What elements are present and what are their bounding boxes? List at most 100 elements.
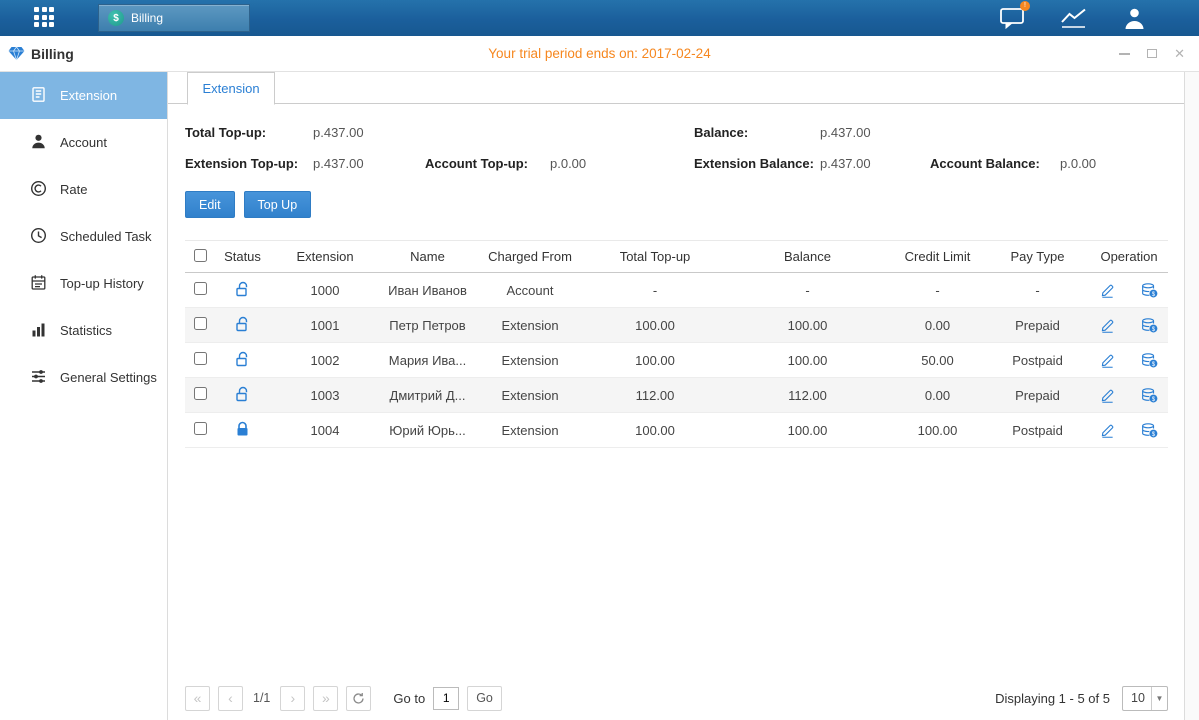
unlocked-icon xyxy=(235,320,250,335)
billing-app-tab[interactable]: $ Billing xyxy=(98,4,250,32)
page-size-value: 10 xyxy=(1123,691,1151,705)
cell-credit-limit: 50.00 xyxy=(890,343,985,378)
total-topup-value: p.437.00 xyxy=(313,125,425,140)
statistics-chart-icon[interactable] xyxy=(1060,7,1088,29)
cell-balance: 100.00 xyxy=(725,343,890,378)
cell-total-topup: 100.00 xyxy=(585,343,725,378)
account-balance-value: p.0.00 xyxy=(1060,156,1167,171)
edit-icon[interactable] xyxy=(1100,283,1115,298)
last-page-button[interactable]: » xyxy=(313,686,338,711)
table-row: 1003 Дмитрий Д... Extension 112.00 112.0… xyxy=(185,378,1168,413)
row-checkbox[interactable] xyxy=(194,352,207,365)
dollar-coin-icon: $ xyxy=(108,10,124,26)
cell-balance: - xyxy=(725,273,890,308)
tab-bar: Extension xyxy=(168,72,1184,104)
window-title: Billing xyxy=(31,46,74,62)
calendar-icon xyxy=(30,274,47,294)
edit-icon[interactable] xyxy=(1100,318,1115,333)
bar-chart-icon xyxy=(30,321,47,341)
cell-credit-limit: 0.00 xyxy=(890,378,985,413)
edit-icon[interactable] xyxy=(1100,423,1115,438)
balance-summary: Total Top-up: p.437.00 Balance: p.437.00… xyxy=(185,117,1167,179)
extension-balance-value: p.437.00 xyxy=(820,156,930,171)
goto-page-input[interactable] xyxy=(433,687,459,710)
topup-icon[interactable]: $ xyxy=(1141,353,1158,368)
topup-icon[interactable]: $ xyxy=(1141,388,1158,403)
sidebar-item-extension[interactable]: Extension xyxy=(0,72,167,119)
person-icon xyxy=(30,133,47,153)
cell-name: Иван Иванов xyxy=(380,273,475,308)
row-checkbox[interactable] xyxy=(194,317,207,330)
topup-icon[interactable]: $ xyxy=(1141,423,1158,438)
maximize-button[interactable] xyxy=(1147,49,1157,58)
col-charged-from: Charged From xyxy=(475,241,585,273)
sidebar-item-topup-history[interactable]: Top-up History xyxy=(0,260,167,307)
prev-page-button[interactable]: ‹ xyxy=(218,686,243,711)
topup-icon[interactable]: $ xyxy=(1141,283,1158,298)
cell-charged-from: Extension xyxy=(475,308,585,343)
unlocked-icon xyxy=(235,355,250,370)
edit-icon[interactable] xyxy=(1100,353,1115,368)
col-balance: Balance xyxy=(725,241,890,273)
cell-name: Юрий Юрь... xyxy=(380,413,475,448)
billing-gem-icon xyxy=(8,46,25,61)
col-total-topup: Total Top-up xyxy=(585,241,725,273)
go-button[interactable]: Go xyxy=(467,686,502,711)
sidebar-item-rate[interactable]: Rate xyxy=(0,166,167,213)
sidebar-item-label: Top-up History xyxy=(60,276,144,291)
edit-button[interactable]: Edit xyxy=(185,191,235,218)
sidebar-item-label: Extension xyxy=(60,88,117,103)
close-button[interactable]: ✕ xyxy=(1174,47,1185,60)
top-up-button[interactable]: Top Up xyxy=(244,191,312,218)
cell-balance: 100.00 xyxy=(725,308,890,343)
sidebar-item-label: Statistics xyxy=(60,323,112,338)
tab-extension[interactable]: Extension xyxy=(187,72,275,105)
row-checkbox[interactable] xyxy=(194,282,207,295)
extension-balance-label: Extension Balance: xyxy=(694,156,820,171)
cell-total-topup: 100.00 xyxy=(585,308,725,343)
user-account-icon[interactable] xyxy=(1122,7,1147,30)
sidebar-item-account[interactable]: Account xyxy=(0,119,167,166)
apps-grid-icon[interactable] xyxy=(34,7,56,29)
goto-label: Go to xyxy=(393,691,425,706)
topup-icon[interactable]: $ xyxy=(1141,318,1158,333)
refresh-button[interactable] xyxy=(346,686,371,711)
cell-pay-type: Postpaid xyxy=(985,413,1090,448)
row-checkbox[interactable] xyxy=(194,387,207,400)
sidebar-item-statistics[interactable]: Statistics xyxy=(0,307,167,354)
cell-credit-limit: 0.00 xyxy=(890,308,985,343)
notification-badge: ! xyxy=(1020,1,1030,11)
unlocked-icon xyxy=(235,390,250,405)
top-app-bar: $ Billing ! xyxy=(0,0,1199,36)
cell-charged-from: Extension xyxy=(475,378,585,413)
account-balance-label: Account Balance: xyxy=(930,156,1060,171)
account-topup-value: p.0.00 xyxy=(550,156,694,171)
rate-coin-icon xyxy=(30,180,47,200)
unlocked-icon xyxy=(235,285,250,300)
sidebar-item-scheduled-task[interactable]: Scheduled Task xyxy=(0,213,167,260)
table-row: 1004 Юрий Юрь... Extension 100.00 100.00… xyxy=(185,413,1168,448)
col-name: Name xyxy=(380,241,475,273)
sidebar-item-label: Scheduled Task xyxy=(60,229,152,244)
billing-window-titlebar: Billing Your trial period ends on: 2017-… xyxy=(0,36,1199,72)
minimize-button[interactable] xyxy=(1119,53,1130,55)
next-page-button[interactable]: › xyxy=(280,686,305,711)
col-credit-limit: Credit Limit xyxy=(890,241,985,273)
col-operation: Operation xyxy=(1090,241,1168,273)
sidebar-item-label: Account xyxy=(60,135,107,150)
messages-icon[interactable]: ! xyxy=(999,6,1026,30)
cell-balance: 100.00 xyxy=(725,413,890,448)
trial-period-notice: Your trial period ends on: 2017-02-24 xyxy=(488,46,710,61)
col-extension: Extension xyxy=(270,241,380,273)
select-all-checkbox[interactable] xyxy=(194,249,207,262)
sidebar-item-label: Rate xyxy=(60,182,87,197)
first-page-button[interactable]: « xyxy=(185,686,210,711)
main-panel: Extension Total Top-up: p.437.00 Balance… xyxy=(168,72,1185,720)
edit-icon[interactable] xyxy=(1100,388,1115,403)
balance-label: Balance: xyxy=(694,125,820,140)
sidebar-item-general-settings[interactable]: General Settings xyxy=(0,354,167,401)
table-row: 1000 Иван Иванов Account - - - - $ xyxy=(185,273,1168,308)
cell-extension: 1002 xyxy=(270,343,380,378)
page-size-select[interactable]: 10 ▼ xyxy=(1122,686,1168,711)
row-checkbox[interactable] xyxy=(194,422,207,435)
